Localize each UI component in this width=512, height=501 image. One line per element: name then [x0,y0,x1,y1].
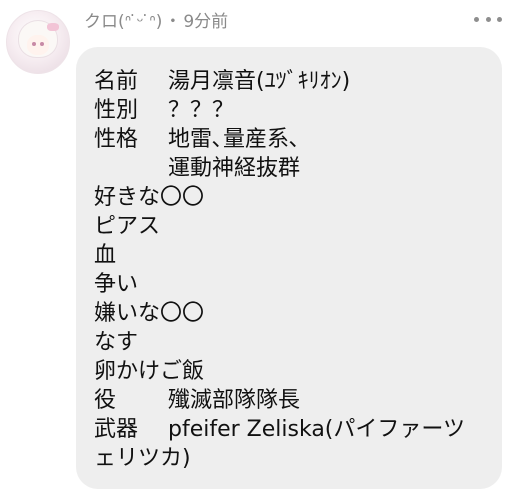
role-row: 役 殲滅部隊隊長 [94,386,300,416]
avatar[interactable] [6,10,70,74]
avatar-face [27,35,49,55]
dislikes-heading: 嫌いな〇〇 [94,301,205,326]
name-value: 湯月凛音(ﾕﾂﾞｷﾘｵﾝ) [168,69,351,94]
weapon-row-continued: ェリツカ) [94,446,191,471]
personality-row: 性格 地雷､量産系､ [94,125,300,155]
username[interactable]: クロ(ᐢ ̇ᵕ ̇ᐢ) [84,7,162,32]
dot [485,16,491,22]
gender-value: ？？？ [168,98,235,123]
personality-label: 性格 [94,127,139,152]
role-value: 殲滅部隊隊長 [168,388,301,413]
weapon-value: pfeifer Zeliska(パイファーツ [168,417,465,442]
weapon-label: 武器 [94,417,139,442]
personality-value-continued: 運動神経抜群 [168,156,301,181]
dot [497,16,502,22]
gender-label: 性別 [94,98,139,123]
likes-item: 血 [94,243,117,268]
timestamp: 9分前 [183,11,229,32]
dislikes-item: 卵かけご飯 [94,359,205,384]
more-dots-icon[interactable] [474,10,502,28]
likes-item: 争い [94,272,139,297]
personality-row-continued: 運動神経抜群 [94,154,300,184]
role-label: 役 [94,388,117,413]
gender-row: 性別 ？？？ [94,96,234,126]
likes-item: ピアス [94,214,161,239]
name-row: 名前 湯月凛音(ﾕﾂﾞｷﾘｵﾝ) [94,67,350,97]
post-header: クロ(ᐢ ̇ᵕ ̇ᐢ) ・ 9分前 [84,6,228,32]
separator: ・ [164,11,182,32]
personality-value: 地雷､量産系､ [168,127,301,152]
avatar-eye [40,42,44,46]
message-bubble: 名前 湯月凛音(ﾕﾂﾞｷﾘｵﾝ) 性別 ？？？ 性格 地雷､量産系､ 運動神経抜群 好… [76,47,502,489]
weapon-row: 武器 pfeifer Zeliska(パイファーツ [94,415,465,445]
likes-heading: 好きな〇〇 [94,185,205,210]
avatar-ribbon [47,23,59,31]
dot [474,16,479,22]
name-label: 名前 [94,69,139,94]
avatar-eye [32,42,36,46]
dislikes-item: なす [94,330,139,355]
